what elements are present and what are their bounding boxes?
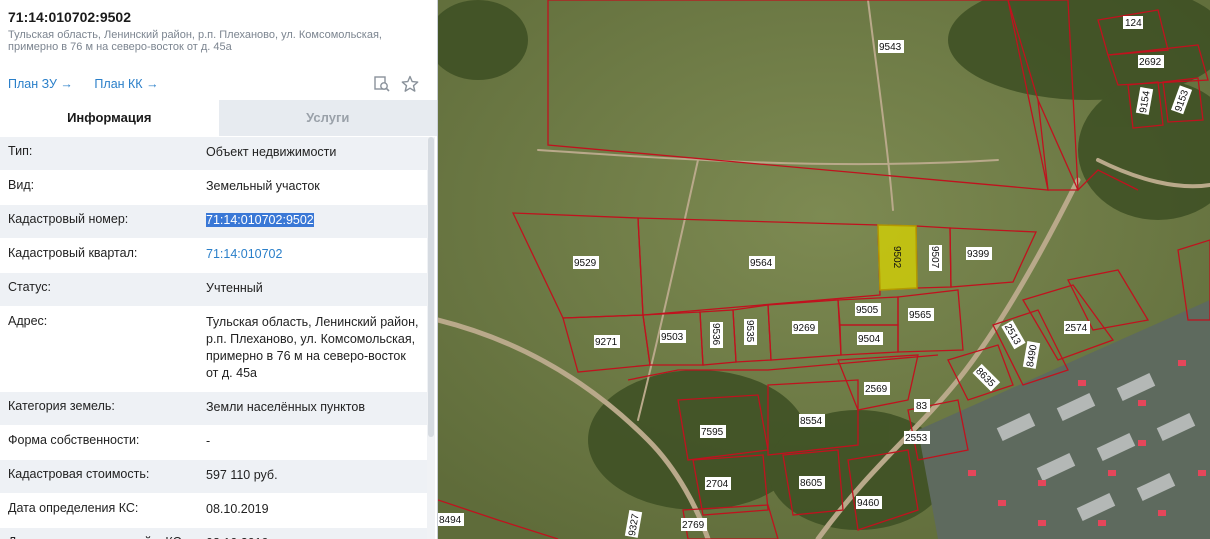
properties-table: Тип: Объект недвижимости Вид: Земельный уч… [0,137,427,539]
table-row: Вид: Земельный участок [0,171,427,205]
plot-label: 9269 [793,323,816,334]
tab-services[interactable]: Услуги [218,100,437,136]
row-key: Кадастровая стоимость: [8,467,150,481]
plot-label: 2569 [865,384,888,395]
plot-label: 7595 [701,427,724,438]
row-value: Учтенный [206,281,263,295]
plot-label: 9529 [574,258,597,269]
plot-label: 2553 [905,433,928,444]
plot-label: 9536 [710,323,721,346]
table-row: Кадастровая стоимость: 597 110 руб. [0,460,427,494]
plot-label: 9271 [595,337,618,348]
plot-label: 9507 [929,246,940,269]
selected-cadastral-number[interactable]: 71:14:010702:9502 [206,213,314,227]
plot-label: 9502 [891,246,902,269]
cadastral-quarter-link[interactable]: 71:14:010702 [206,239,427,272]
plot-label: 9503 [661,332,684,343]
plot-label: 8494 [439,515,462,526]
plot-label: 9565 [909,310,932,321]
row-key: Статус: [8,280,51,294]
table-row: Форма собственности: - [0,426,427,460]
tab-info[interactable]: Информация [0,100,219,136]
row-key: Дата определения КС: [8,501,139,515]
plot-label: 124 [1125,18,1142,29]
row-key: Кадастровый квартал: [8,246,138,260]
info-panel: 71:14:010702:9502 Тульская область, Лени… [0,0,438,539]
row-value: 08.10.2019 [206,502,269,516]
plan-zu-link[interactable]: План ЗУ → [8,77,73,91]
plot-label: 9504 [858,334,881,345]
row-key: Дата внесения сведений о КС: [0,528,206,539]
plot-label: 2704 [706,479,729,490]
table-row: Тип: Объект недвижимости [0,137,427,171]
table-row: Дата определения КС: 08.10.2019 [0,494,427,528]
tabs: Информация Услуги [0,100,437,136]
table-row: Категория земель: Земли населённых пункто… [0,392,427,426]
tool-icons [373,75,419,93]
row-key: Вид: [8,178,35,192]
cadastral-map[interactable]: 9543 9529 9564 9502 9507 9399 9271 9503 … [438,0,1210,539]
row-key: Адрес: [8,314,48,328]
plot-label: 83 [916,401,928,412]
table-row: Кадастровый квартал: 71:14:010702 [0,239,427,273]
plot-label: 9460 [857,498,880,509]
row-value: Земельный участок [206,179,320,193]
row-key: Кадастровый номер: [8,212,129,226]
plan-kk-link[interactable]: План КК → [94,77,158,91]
table-row: Статус: Учтенный [0,273,427,307]
plot-label: 9505 [856,305,879,316]
cadastral-number-title: 71:14:010702:9502 [8,9,131,25]
plot-label: 9543 [879,42,902,53]
row-key: Тип: [8,144,33,158]
object-address: Тульская область, Ленинский район, р.п. … [8,29,382,53]
table-row: Кадастровый номер: 71:14:010702:9502 [0,205,427,239]
row-key: Форма собственности: [8,433,140,447]
plot-label: 2692 [1139,57,1162,68]
search-document-icon[interactable] [373,75,391,93]
row-value: Тульская область, Ленинский район, р.п. … [206,315,419,380]
plot-label: 9535 [744,320,755,343]
row-value-selected[interactable]: 71:14:010702:9502 [206,205,427,238]
panel-scrollbar[interactable] [427,137,435,539]
row-value: Объект недвижимости [206,145,337,159]
scrollbar-thumb[interactable] [428,137,434,437]
plot-label: 9564 [750,258,773,269]
row-key: Категория земель: [8,399,115,413]
row-value: Земли населённых пунктов [206,400,365,414]
plan-links: План ЗУ → План КК → [8,77,177,91]
plot-label: 8554 [800,416,823,427]
plot-label: 9399 [967,249,990,260]
row-value: - [206,434,211,448]
plot-label: 2769 [682,520,705,531]
star-icon[interactable] [401,75,419,93]
plot-label: 2574 [1065,323,1088,334]
table-row: Дата внесения сведений о КС:08.10.2019 [0,528,427,539]
plot-label: 8605 [800,478,823,489]
row-value: 08.10.2019 [206,528,427,539]
table-row: Адрес: Тульская область, Ленинский район,… [0,307,427,392]
row-value: 597 110 руб. [206,468,278,482]
